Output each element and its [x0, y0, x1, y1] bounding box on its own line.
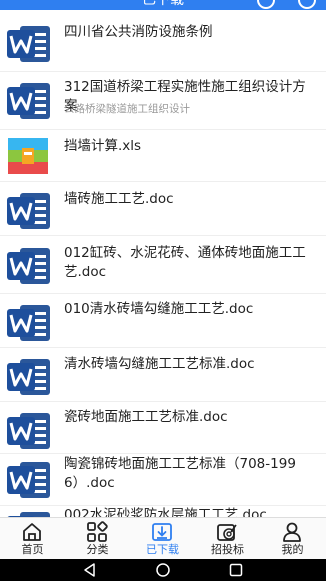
word-doc-icon [6, 460, 52, 500]
word-doc-icon [6, 81, 52, 121]
bottom-tab-bar: 首页 分类 已下载 招投标 我的 [0, 517, 326, 559]
tab-label: 首页 [21, 543, 44, 556]
file-name: 四川省公共消防设施条例 [64, 24, 213, 40]
tab-category[interactable]: 分类 [65, 518, 130, 560]
file-name: 陶瓷锦砖地面施工工艺标准（708-1996）.doc [64, 456, 296, 491]
archive-file-icon [6, 136, 52, 176]
download-icon [152, 523, 172, 541]
category-icon [87, 521, 108, 542]
download-list: 四川省公共消防设施条例 312国道桥梁工程实施性施工组织设计方案 公路桥梁隧道施… [0, 10, 326, 517]
list-item[interactable]: 瓷砖地面施工工艺标准.doc [0, 402, 326, 454]
word-doc-icon [6, 411, 52, 451]
tab-downloaded[interactable]: 已下载 [130, 518, 195, 560]
tab-profile[interactable]: 我的 [260, 518, 325, 560]
back-icon[interactable] [82, 562, 98, 578]
list-item[interactable]: 010清水砖墙勾缝施工工艺.doc [0, 294, 326, 348]
list-item[interactable]: 挡墙计算.xls [0, 130, 326, 182]
file-name: 002水泥砂浆防水层施工工艺.doc [64, 507, 267, 517]
file-category: 公路桥梁隧道施工组织设计 [64, 103, 190, 115]
tab-bidding[interactable]: 招投标 [195, 518, 260, 560]
list-item[interactable]: 312国道桥梁工程实施性施工组织设计方案 公路桥梁隧道施工组织设计 [0, 72, 326, 130]
file-name: 挡墙计算.xls [64, 138, 142, 154]
app-header: 已下载 [0, 0, 326, 10]
list-item[interactable]: 002水泥砂浆防水层施工工艺.doc [0, 506, 326, 517]
tab-label: 招投标 [211, 543, 244, 556]
word-doc-icon [6, 303, 52, 343]
list-item[interactable]: 陶瓷锦砖地面施工工艺标准（708-1996）.doc [0, 454, 326, 506]
recents-icon[interactable] [228, 562, 244, 578]
list-item[interactable]: 四川省公共消防设施条例 [0, 10, 326, 72]
word-doc-icon [6, 510, 52, 517]
word-doc-icon [6, 246, 52, 286]
list-item[interactable]: 墙砖施工工艺.doc [0, 182, 326, 236]
file-name: 010清水砖墙勾缝施工工艺.doc [64, 301, 254, 317]
file-name: 清水砖墙勾缝施工工艺标准.doc [64, 356, 255, 372]
list-item[interactable]: 清水砖墙勾缝施工工艺标准.doc [0, 348, 326, 402]
system-nav-bar [0, 559, 326, 581]
word-doc-icon [6, 24, 52, 64]
bid-icon [217, 524, 237, 541]
profile-icon [283, 522, 301, 542]
tab-label: 已下载 [146, 543, 179, 556]
file-name: 墙砖施工工艺.doc [64, 191, 174, 207]
page-title: 已下载 [142, 0, 184, 8]
tab-label: 分类 [86, 543, 109, 556]
list-item[interactable]: 012缸砖、水泥花砖、通体砖地面施工工艺.doc [0, 236, 326, 294]
tab-home[interactable]: 首页 [0, 518, 65, 560]
home-circle-icon[interactable] [155, 562, 171, 578]
home-icon [23, 523, 41, 541]
tab-label: 我的 [281, 543, 304, 556]
file-name: 瓷砖地面施工工艺标准.doc [64, 409, 228, 425]
word-doc-icon [6, 357, 52, 397]
file-name: 012缸砖、水泥花砖、通体砖地面施工工艺.doc [64, 245, 306, 280]
word-doc-icon [6, 191, 52, 231]
